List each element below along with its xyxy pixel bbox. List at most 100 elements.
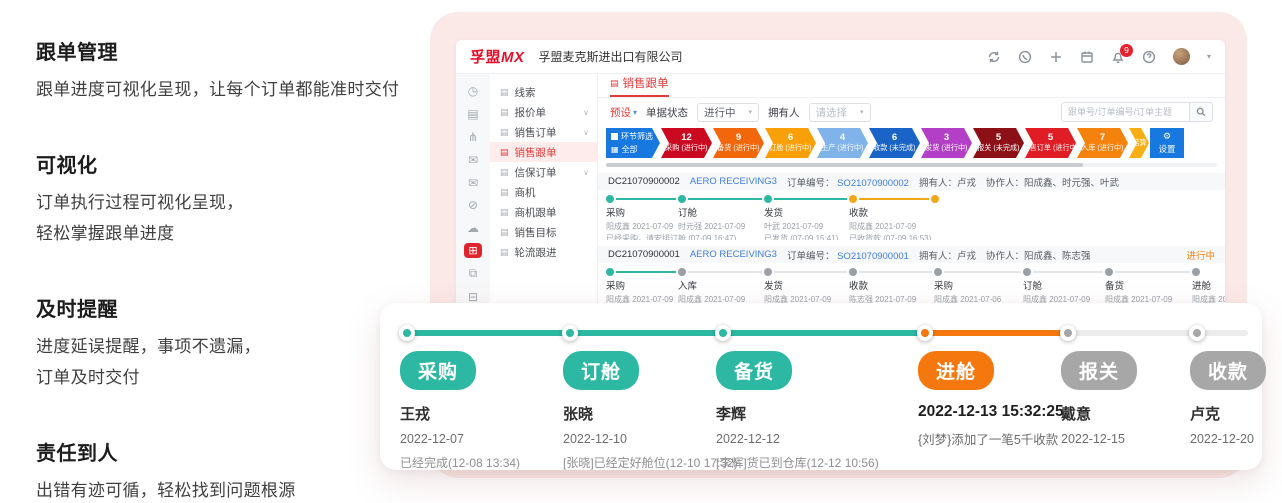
stage-pill: 备货 <box>716 351 792 390</box>
avatar-caret-icon[interactable]: ▾ <box>1207 52 1211 61</box>
contact-card-icon[interactable]: ▤ <box>464 107 482 122</box>
dashboard-icon[interactable]: ◷ <box>464 84 482 99</box>
flow-stage-采购[interactable]: 12采购 (进行中) <box>661 128 712 158</box>
sidebar-item-label: 商机跟单 <box>515 205 557 220</box>
sidebar-item-信保订单[interactable]: ▤信保订单∨ <box>490 162 597 182</box>
feature-title: 可视化 <box>36 149 436 178</box>
flow-stage-备货[interactable]: 9备货 (进行中) <box>713 128 764 158</box>
cloud-icon[interactable]: ☁ <box>464 221 482 236</box>
customer-link[interactable]: AERO RECEIVING3 <box>690 176 777 187</box>
flow-filter-head[interactable]: 环节筛选 ▦全部 <box>606 128 660 158</box>
order-no-link[interactable]: SO21070900001 <box>837 251 909 262</box>
search-button[interactable] <box>1189 102 1213 122</box>
calendar-icon[interactable] <box>1080 50 1094 64</box>
flow-stage-报关[interactable]: 5报关 (未完成) <box>973 128 1024 158</box>
sidebar-item-轮流跟进[interactable]: ▤轮流跟进 <box>490 242 597 262</box>
sidebar-item-报价单[interactable]: ▤报价单∨ <box>490 102 597 122</box>
overlay-segment <box>407 330 570 336</box>
chevron-down-icon: ∨ <box>583 128 589 137</box>
bell-icon[interactable]: 9 <box>1111 50 1125 64</box>
order-no-label: 订单编号： <box>787 178 837 189</box>
overlay-dot <box>399 325 415 341</box>
flow-stage-发货[interactable]: 3发货 (进行中) <box>921 128 972 158</box>
chevron-down-icon: ▾ <box>749 108 753 116</box>
overlay-dot-core <box>566 329 574 337</box>
stage-pill: 进舱 <box>918 351 994 390</box>
order-timeline: 采购阳成鑫 2021-07-09已经采购，请安排订舱 (07-09 16:47)… <box>598 190 1225 240</box>
sidebar-item-线索[interactable]: ▤线索 <box>490 82 597 102</box>
timeline-segment <box>1027 271 1109 273</box>
stage-note: [李辉]货已到仓库(12-12 10:56) <box>716 454 916 471</box>
feature-title: 跟单管理 <box>36 36 436 65</box>
sidebar-item-label: 商机 <box>515 185 536 200</box>
copy-icon[interactable]: ⧉ <box>464 266 482 281</box>
overlay-segment <box>925 330 1068 336</box>
headset-icon[interactable] <box>1018 50 1032 64</box>
menu-doc-icon: ▤ <box>500 187 509 198</box>
search-input[interactable] <box>1061 102 1189 122</box>
order-no-group: 订单编号： SO21070900001 <box>787 248 909 262</box>
sidebar-item-商机[interactable]: ▤ 商机 <box>490 182 597 202</box>
flow-stage-销售订单[interactable]: 5销售订单 (进行中) <box>1025 128 1076 158</box>
company-name: 孚盟麦克斯进出口有限公司 <box>539 48 683 65</box>
customer-link[interactable]: AERO RECEIVING3 <box>690 249 777 260</box>
order-no-link[interactable]: SO21070900002 <box>837 178 909 189</box>
link-icon[interactable]: ⊘ <box>464 198 482 213</box>
header-toolbar: 9 ▾ <box>987 48 1211 65</box>
overlay-dot-core <box>921 329 929 337</box>
sidebar-item-销售订单[interactable]: ▤销售订单∨ <box>490 122 597 142</box>
sidebar-item-销售跟单[interactable]: ▤销售跟单 <box>490 142 597 162</box>
mail-icon[interactable]: ✉ <box>464 152 482 167</box>
org-icon[interactable]: ⋔ <box>464 130 482 145</box>
stage-pill: 订舱 <box>563 351 639 390</box>
order-code[interactable]: DC21070900002 <box>608 176 680 187</box>
menu-doc-icon: ▤ <box>500 107 509 118</box>
stage-flow-strip: 环节筛选 ▦全部 12采购 (进行中)9备货 (进行中)6订舱 (进行中)4生产… <box>606 128 1217 158</box>
mail-open-icon[interactable]: ✉ <box>464 175 482 190</box>
sidebar-item-销售目标[interactable]: ▤销售目标 <box>490 222 597 242</box>
menu-doc-icon: ▤ <box>500 87 509 98</box>
feature-block: 跟单管理跟单进度可视化呈现，让每个订单都能准时交付 <box>36 36 436 105</box>
archive-icon[interactable]: ⊟ <box>464 289 482 304</box>
stage-label: 结算 <box>1132 139 1146 147</box>
timeline-segment <box>1109 271 1196 273</box>
flow-stage-结算[interactable]: 结算 <box>1129 128 1149 158</box>
flow-settings-button[interactable]: ⚙ 设置 <box>1150 128 1184 158</box>
preset-dropdown[interactable]: 预设▾ <box>610 105 637 120</box>
plus-icon[interactable] <box>1049 50 1063 64</box>
stage-label: 报关 (未完成) <box>977 144 1019 152</box>
horizontal-scrollbar[interactable] <box>606 163 1217 167</box>
order-row-header[interactable]: DC21070900002 AERO RECEIVING3 订单编号： SO2107… <box>598 173 1225 190</box>
timeline-stage-line2: 已收货款 (07-09 16:53) <box>849 233 1019 240</box>
app-header: 孚盟MX 孚盟麦克斯进出口有限公司 9 ▾ <box>456 40 1225 74</box>
flow-stage-入库[interactable]: 7入库 (进行中) <box>1077 128 1128 158</box>
timeline-segment <box>610 271 682 273</box>
flow-stage-生产[interactable]: 4生产 (进行中) <box>817 128 868 158</box>
menu-doc-icon: ▤ <box>500 167 509 178</box>
order-status-badge: 进行中 <box>1186 248 1215 262</box>
stage-label: 生产 (进行中) <box>821 144 863 152</box>
sales-module-icon[interactable]: ⊞ <box>464 243 482 258</box>
order-code[interactable]: DC21070900001 <box>608 249 680 260</box>
owner-select[interactable]: 请选择▾ <box>809 103 871 122</box>
order-row-header[interactable]: DC21070900001 AERO RECEIVING3 订单编号： SO2107… <box>598 246 1225 263</box>
stage-pill: 采购 <box>400 351 476 390</box>
timeline-stage-line2: 已经采购，请安排订舱 (07-09 16:47) <box>606 233 776 240</box>
sidebar-item-商机跟单[interactable]: ▤商机跟单 <box>490 202 597 222</box>
tracking-timeline-card: 采购王戎2022-12-07已经完成(12-08 13:34)订舱张晓2022-… <box>380 303 1262 470</box>
checkbox-icon[interactable] <box>611 133 618 140</box>
status-select[interactable]: 进行中▾ <box>697 103 759 122</box>
help-icon[interactable] <box>1142 50 1156 64</box>
flow-stage-订舱[interactable]: 6订舱 (进行中) <box>765 128 816 158</box>
timeline-dot <box>678 195 686 203</box>
sync-icon[interactable] <box>987 50 1001 64</box>
sidebar-menu: ▤线索▤报价单∨▤销售订单∨▤销售跟单▤信保订单∨▤商机▤商机跟单▤销售目标▤轮… <box>490 74 598 304</box>
stage-date: 2022-12-12 <box>716 432 916 446</box>
grid-icon: ▦ <box>611 145 619 154</box>
tab-sales-tracking[interactable]: ▤ 销售跟单 <box>610 75 669 97</box>
chevron-down-icon: ▾ <box>860 108 864 116</box>
flow-stage-收款[interactable]: 6收款 (未完成) <box>869 128 920 158</box>
user-avatar[interactable] <box>1173 48 1190 65</box>
order-timeline: 采购阳成鑫 2021-07-09已采购 (07-09 14:31)▾入库阳成鑫 … <box>598 263 1225 304</box>
overlay-segment <box>570 330 723 336</box>
